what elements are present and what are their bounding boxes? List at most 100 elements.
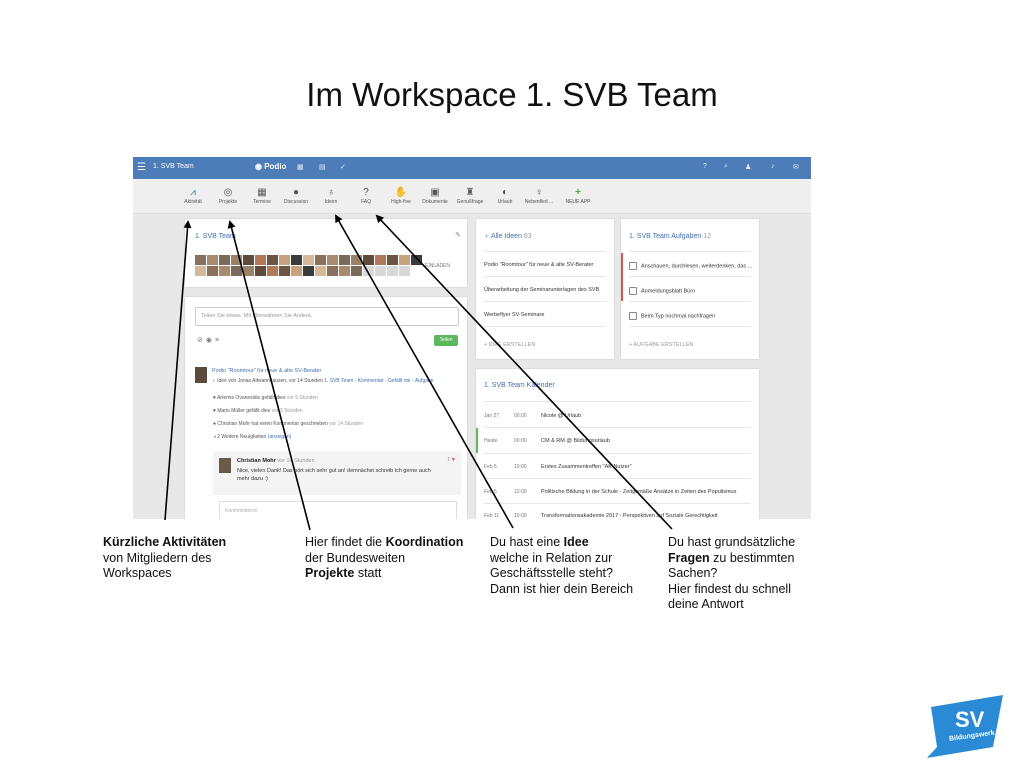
member-avatar[interactable] [207,266,218,276]
member-avatar[interactable] [279,266,290,276]
member-avatar[interactable] [219,266,230,276]
create-idea-button[interactable]: + IDEE ERSTELLEN [484,342,535,348]
member-avatar[interactable] [375,255,386,265]
attach-icons[interactable]: ⊘◉≡ [197,336,222,344]
post-title[interactable]: Podio "Roomtour" für neue & alte SV-Bera… [212,368,321,374]
workspace-prefix: 1. [153,163,161,170]
menu-icon[interactable]: ☰ [137,162,146,173]
search-icon[interactable]: ⌕ [724,163,728,171]
task-label: Anmeldungsblatt Büro [641,288,696,295]
share-button[interactable]: Teilen [434,335,458,346]
pin-icon[interactable]: ✎ [455,231,461,239]
member-avatar[interactable] [399,266,410,276]
member-avatar[interactable] [207,255,218,265]
task-item[interactable]: Beim Typ nochmal nachfragen [629,312,715,320]
user-icon[interactable]: ♟ [745,163,751,171]
help-icon[interactable]: ? [703,163,707,170]
calendar-icon[interactable]: ▤ [319,163,326,171]
member-avatar[interactable] [399,255,410,265]
like-row: ♥ Artemis Ovanesidis gefällt dies vor 5 … [213,395,318,401]
tasks-icon[interactable]: ✓ [340,163,346,171]
idea-item[interactable]: Werbeflyer SV-Seminare [484,312,544,318]
member-avatar[interactable] [279,255,290,265]
workspace-name[interactable]: 1. SVB Team [153,163,194,170]
member-avatar[interactable] [327,266,338,276]
task-item[interactable]: Anmeldungsblatt Büro [629,287,695,295]
chat-icon[interactable]: ✉ [793,163,799,171]
member-avatar[interactable] [195,255,206,265]
member-avatar[interactable] [387,266,398,276]
member-avatar[interactable] [387,255,398,265]
member-avatar[interactable] [375,266,386,276]
member-avatar[interactable] [351,266,362,276]
member-avatar[interactable] [303,255,314,265]
member-avatar[interactable] [303,266,314,276]
member-avatar[interactable] [219,255,230,265]
app-genussfrage[interactable]: ♜ Genußfrage [450,187,490,205]
member-avatar[interactable] [339,255,350,265]
member-avatar[interactable] [231,255,242,265]
member-avatar[interactable] [327,255,338,265]
member-avatar[interactable] [315,255,326,265]
create-task-button[interactable]: + AUFGABE ERSTELLEN [629,342,693,348]
idea-item[interactable]: Überarbeitung der Seminarunterlagen des … [484,287,599,293]
member-avatar[interactable] [291,255,302,265]
task-label: Beim Typ nochmal nachfragen [641,313,716,320]
app-faq[interactable]: ? FAQ [346,187,386,205]
calendar-event[interactable]: CM & RM @ Bildungsurlaub [541,438,610,444]
member-avatar[interactable] [231,266,242,276]
grid-icon[interactable]: ▦ [297,163,304,171]
ideas-header[interactable]: ♁ Alle Ideen 63 [484,233,532,240]
idea-item[interactable]: Podio "Roomtour" für neue & alte SV-Bera… [484,262,593,268]
calendar-event[interactable]: Nicole @ Urlaub [541,413,581,419]
more-updates-link[interactable]: (anzeigen) [268,434,292,440]
comment-input[interactable]: Kommentieren [219,501,457,519]
divider [484,401,751,402]
member-avatar[interactable] [267,266,278,276]
invite-link[interactable]: EINLADEN [425,263,450,269]
avatar[interactable] [219,458,231,473]
tasks-header[interactable]: 1. SVB Team Aufgaben 12 [629,233,711,240]
comment-author[interactable]: Christian Mohr [237,458,276,464]
app-aktivitaet[interactable]: ⩘ Aktivität [173,187,213,205]
member-avatar[interactable] [255,266,266,276]
caption-text: Du hast eine [490,535,564,549]
app-label: Termine [253,199,271,205]
overdue-indicator [621,253,623,301]
member-avatar[interactable] [243,255,254,265]
member-avatar[interactable] [243,266,254,276]
member-avatar[interactable] [315,266,326,276]
member-avatar[interactable] [363,255,374,265]
member-avatar[interactable] [255,255,266,265]
member-avatar[interactable] [195,266,206,276]
post-actions[interactable]: - Kommentar - Gefällt mir - Aufgabe [355,378,434,384]
post-workspace-link[interactable]: 1. SVB Team [324,378,353,384]
calendar-event[interactable]: Erstes Zusammentreffen "AK Nutzer" [541,464,632,470]
chat-bubble-icon: ● [292,187,300,198]
app-dokumente[interactable]: ▣ Dokumente [415,187,455,205]
task-checkbox[interactable] [629,312,637,320]
task-item[interactable]: Anschauen, durchlesen, weiterdenken, das… [629,262,752,270]
share-input[interactable]: Teilen Sie etwas. Mit @erwähnen Sie Ande… [195,307,459,326]
avatar[interactable] [195,367,207,383]
comment-likes[interactable]: 1 ♥ [447,457,455,463]
calendar-event[interactable]: Politische Bildung in der Schule - Zeitg… [541,489,736,495]
more-updates[interactable]: ⩘ 2 Weitere Neuigkeiten (anzeigen) [213,434,291,440]
podio-logo[interactable]: ◉ Podio [255,162,286,171]
app-ideen[interactable]: ♁ Ideen [311,187,351,205]
task-checkbox[interactable] [629,262,637,270]
member-avatar[interactable] [339,266,350,276]
bell-icon[interactable]: ♪ [771,163,775,170]
app-discussion[interactable]: ● Discussion [276,187,316,205]
app-new[interactable]: + NEUE APP [558,187,598,205]
member-avatar[interactable] [351,255,362,265]
calendar-event[interactable]: Transformationsakademie 2017 - Perspekti… [541,513,718,519]
member-avatar[interactable] [363,266,374,276]
member-avatar[interactable] [291,266,302,276]
calendar-title[interactable]: 1. SVB Team Kalender [484,382,555,389]
app-nebenfled[interactable]: ♀ Nebenfled ... [519,187,559,205]
member-avatar[interactable] [411,255,422,265]
team-title[interactable]: 1. SVB Team [195,233,236,240]
task-checkbox[interactable] [629,287,637,295]
member-avatar[interactable] [267,255,278,265]
